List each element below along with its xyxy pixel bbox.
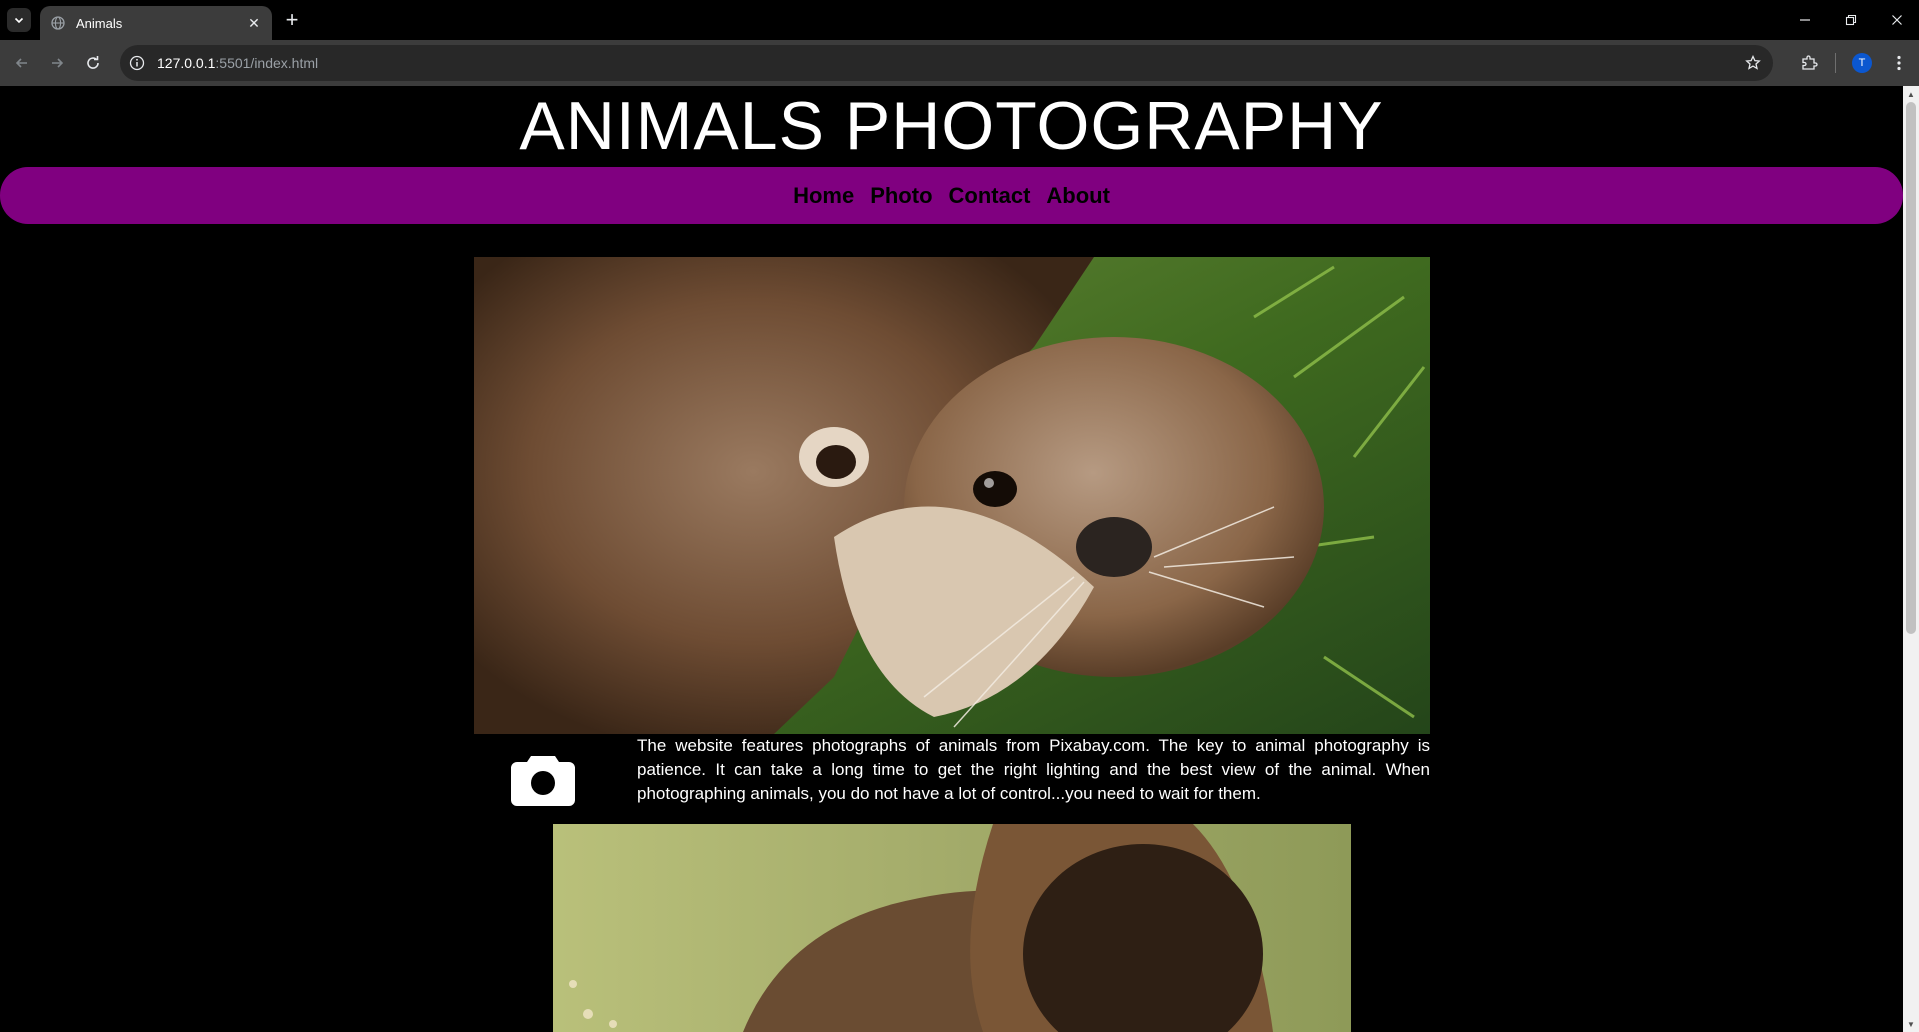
browser-tab-active[interactable]: Animals ✕ — [40, 6, 272, 40]
restore-window-icon[interactable] — [1837, 8, 1865, 32]
nav-link-home[interactable]: Home — [793, 183, 854, 209]
scroll-up-arrow-icon[interactable]: ▲ — [1903, 86, 1919, 102]
extensions-puzzle-icon[interactable] — [1797, 51, 1821, 75]
bookmark-star-icon[interactable] — [1743, 53, 1763, 73]
bison-photo — [553, 824, 1351, 1032]
back-arrow-icon[interactable] — [10, 51, 34, 75]
otter-photo — [474, 257, 1430, 734]
site-info-icon[interactable] — [128, 54, 146, 72]
profile-avatar[interactable]: T — [1852, 53, 1872, 73]
tab-title: Animals — [76, 15, 123, 31]
close-tab-icon[interactable]: ✕ — [244, 13, 264, 33]
scroll-down-arrow-icon[interactable]: ▼ — [1903, 1016, 1919, 1032]
new-tab-icon[interactable]: + — [280, 7, 304, 32]
browser-tab-strip: Animals ✕ + — [0, 0, 1919, 40]
more-menu-icon[interactable] — [1887, 51, 1911, 75]
globe-icon — [50, 15, 66, 31]
tab-search-button[interactable] — [7, 8, 31, 32]
minimize-window-icon[interactable] — [1791, 8, 1819, 32]
forward-arrow-icon[interactable] — [45, 51, 69, 75]
reload-icon[interactable] — [81, 51, 105, 75]
address-bar[interactable]: 127.0.0.1:5501/index.html — [120, 45, 1773, 81]
scrollbar-thumb[interactable] — [1906, 102, 1916, 634]
browser-toolbar: 127.0.0.1:5501/index.html T — [0, 40, 1919, 86]
site-title: ANIMALS PHOTOGRAPHY — [519, 88, 1384, 164]
toolbar-divider — [1835, 53, 1836, 73]
url-path: :5501/index.html — [215, 55, 319, 71]
url-host: 127.0.0.1 — [157, 55, 216, 71]
url-text: 127.0.0.1:5501/index.html — [157, 55, 318, 71]
camera-icon — [511, 756, 575, 806]
page-scrollbar[interactable]: ▲ ▼ — [1903, 86, 1919, 1032]
main-navigation: Home Photo Contact About — [0, 167, 1903, 224]
nav-link-contact[interactable]: Contact — [949, 183, 1031, 209]
close-window-icon[interactable] — [1883, 8, 1911, 32]
nav-link-about[interactable]: About — [1046, 183, 1110, 209]
page-viewport: ANIMALS PHOTOGRAPHY Home Photo Contact A… — [0, 86, 1903, 1032]
intro-paragraph: The website features photographs of anim… — [637, 736, 1430, 803]
nav-link-photo[interactable]: Photo — [870, 183, 932, 209]
chevron-down-icon — [14, 17, 24, 24]
